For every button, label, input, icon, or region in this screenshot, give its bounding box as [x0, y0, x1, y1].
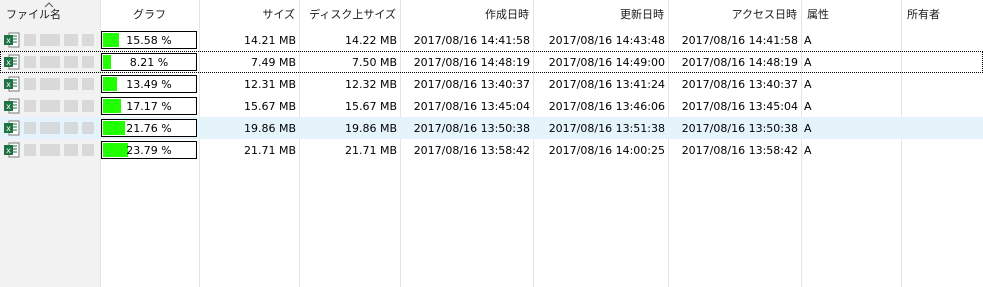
header-modified[interactable]: 更新日時	[533, 0, 668, 28]
size-percent-bar: 15.58 %	[101, 31, 197, 49]
disk-size-cell: 21.71 MB	[344, 143, 397, 157]
svg-text:x: x	[6, 146, 11, 155]
created-cell: 2017/08/16 13:58:42	[413, 143, 530, 157]
header-created[interactable]: 作成日時	[400, 0, 533, 28]
accessed-cell: 2017/08/16 13:40:37	[681, 77, 798, 91]
excel-file-icon: x	[4, 76, 20, 92]
file-name-redacted	[24, 56, 96, 68]
file-name-redacted	[24, 78, 96, 90]
size-cell: 12.31 MB	[243, 77, 296, 91]
table-row[interactable]: x 21.76 % 19.86 MB 19.86 MB 2017/08/16 1…	[0, 117, 983, 139]
created-cell: 2017/08/16 13:50:38	[413, 121, 530, 135]
attributes-cell: A	[804, 55, 812, 69]
modified-cell: 2017/08/16 14:00:25	[548, 143, 665, 157]
disk-size-cell: 7.50 MB	[351, 55, 397, 69]
created-cell: 2017/08/16 13:40:37	[413, 77, 530, 91]
table-row[interactable]: x 17.17 % 15.67 MB 15.67 MB 2017/08/16 1…	[0, 95, 983, 117]
excel-file-icon: x	[4, 142, 20, 158]
header-name[interactable]: ファイル名	[0, 0, 100, 28]
file-name-redacted	[24, 100, 96, 112]
excel-file-icon: x	[4, 32, 20, 48]
accessed-cell: 2017/08/16 13:50:38	[681, 121, 798, 135]
modified-cell: 2017/08/16 13:46:06	[548, 99, 665, 113]
header-graph[interactable]: グラフ	[100, 0, 199, 28]
accessed-cell: 2017/08/16 14:41:58	[681, 33, 798, 47]
size-cell: 14.21 MB	[243, 33, 296, 47]
file-name-redacted	[24, 144, 96, 156]
attributes-cell: A	[804, 33, 812, 47]
excel-file-icon: x	[4, 120, 20, 136]
created-cell: 2017/08/16 13:45:04	[413, 99, 530, 113]
attributes-cell: A	[804, 99, 812, 113]
file-list-view: ファイル名 グラフ サイズ ディスク上サイズ 作成日時 更新日時 アクセス日時 …	[0, 0, 983, 287]
size-percent-bar: 8.21 %	[101, 53, 197, 71]
svg-text:x: x	[6, 80, 11, 89]
modified-cell: 2017/08/16 13:41:24	[548, 77, 665, 91]
size-percent-label: 23.79 %	[126, 143, 172, 157]
svg-text:x: x	[6, 36, 11, 45]
svg-text:x: x	[6, 102, 11, 111]
created-cell: 2017/08/16 14:41:58	[413, 33, 530, 47]
excel-file-icon: x	[4, 98, 20, 114]
size-percent-label: 8.21 %	[129, 55, 169, 69]
svg-text:x: x	[6, 124, 11, 133]
svg-text:x: x	[6, 58, 11, 67]
size-cell: 15.67 MB	[243, 99, 296, 113]
size-percent-bar: 23.79 %	[101, 141, 197, 159]
size-percent-label: 17.17 %	[126, 99, 172, 113]
file-name-redacted	[24, 34, 96, 46]
attributes-cell: A	[804, 143, 812, 157]
size-percent-label: 15.58 %	[126, 33, 172, 47]
disk-size-cell: 14.22 MB	[344, 33, 397, 47]
table-row[interactable]: x 13.49 % 12.31 MB 12.32 MB 2017/08/16 1…	[0, 73, 983, 95]
size-percent-bar: 21.76 %	[101, 119, 197, 137]
size-cell: 7.49 MB	[250, 55, 296, 69]
excel-file-icon: x	[4, 54, 20, 70]
size-percent-bar: 13.49 %	[101, 75, 197, 93]
table-row[interactable]: x 15.58 % 14.21 MB 14.22 MB 2017/08/16 1…	[0, 29, 983, 51]
modified-cell: 2017/08/16 14:43:48	[548, 33, 665, 47]
disk-size-cell: 19.86 MB	[344, 121, 397, 135]
column-header-row: ファイル名 グラフ サイズ ディスク上サイズ 作成日時 更新日時 アクセス日時 …	[0, 0, 983, 28]
header-accessed[interactable]: アクセス日時	[668, 0, 801, 28]
accessed-cell: 2017/08/16 14:48:19	[681, 55, 798, 69]
header-attributes[interactable]: 属性	[801, 0, 901, 28]
header-disk-size[interactable]: ディスク上サイズ	[299, 0, 400, 28]
size-percent-label: 21.76 %	[126, 121, 172, 135]
size-cell: 21.71 MB	[243, 143, 296, 157]
attributes-cell: A	[804, 77, 812, 91]
table-row[interactable]: x 23.79 % 21.71 MB 21.71 MB 2017/08/16 1…	[0, 139, 983, 161]
file-name-redacted	[24, 122, 96, 134]
modified-cell: 2017/08/16 14:49:00	[548, 55, 665, 69]
size-percent-label: 13.49 %	[126, 77, 172, 91]
table-row[interactable]: x 8.21 % 7.49 MB 7.50 MB 2017/08/16 14:4…	[0, 51, 983, 73]
size-cell: 19.86 MB	[243, 121, 296, 135]
size-percent-bar: 17.17 %	[101, 97, 197, 115]
accessed-cell: 2017/08/16 13:58:42	[681, 143, 798, 157]
header-owner[interactable]: 所有者	[901, 0, 983, 28]
attributes-cell: A	[804, 121, 812, 135]
disk-size-cell: 12.32 MB	[344, 77, 397, 91]
header-size[interactable]: サイズ	[199, 0, 299, 28]
created-cell: 2017/08/16 14:48:19	[413, 55, 530, 69]
disk-size-cell: 15.67 MB	[344, 99, 397, 113]
accessed-cell: 2017/08/16 13:45:04	[681, 99, 798, 113]
modified-cell: 2017/08/16 13:51:38	[548, 121, 665, 135]
